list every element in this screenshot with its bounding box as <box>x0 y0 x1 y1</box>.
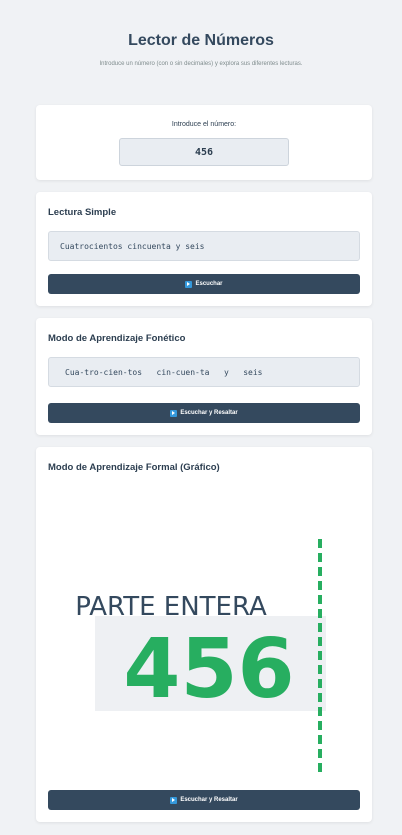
number-input-card: Introduce el número: <box>36 105 372 180</box>
formal-graphic: PARTE ENTERA 456 <box>75 539 326 772</box>
phonetic-mode-title: Modo de Aprendizaje Fonético <box>48 333 186 344</box>
phonetic-reading-text: Cua-tro-cien-tos cin-cuen-ta y seis <box>48 357 360 387</box>
formal-mode-card: Modo de Aprendizaje Formal (Gráfico) PAR… <box>36 447 372 822</box>
formal-button-label: Escuchar y Resaltar <box>180 797 238 803</box>
phonetic-listen-highlight-button[interactable]: Escuchar y Resaltar <box>48 403 360 423</box>
listen-button[interactable]: Escuchar <box>48 274 360 294</box>
play-icon <box>185 280 193 288</box>
simple-reading-text: Cuatrocientos cincuenta y seis <box>48 231 360 261</box>
phonetic-mode-card: Modo de Aprendizaje Fonético Cua-tro-cie… <box>36 318 372 435</box>
play-icon <box>170 409 178 417</box>
simple-reading-title: Lectura Simple <box>48 207 117 218</box>
number-input-label: Introduce el número: <box>171 121 237 128</box>
simple-reading-card: Lectura Simple Cuatrocientos cincuenta y… <box>36 192 372 306</box>
phonetic-button-label: Escuchar y Resaltar <box>180 410 238 416</box>
number-input[interactable] <box>119 138 289 166</box>
page-title: Lector de Números <box>128 32 274 49</box>
play-icon <box>170 796 178 804</box>
formal-listen-highlight-button[interactable]: Escuchar y Resaltar <box>48 790 360 810</box>
listen-button-label: Escuchar <box>195 281 223 287</box>
graphic-number: 456 <box>123 622 294 717</box>
page-subtitle: Introduce un número (con o sin decimales… <box>99 61 303 67</box>
